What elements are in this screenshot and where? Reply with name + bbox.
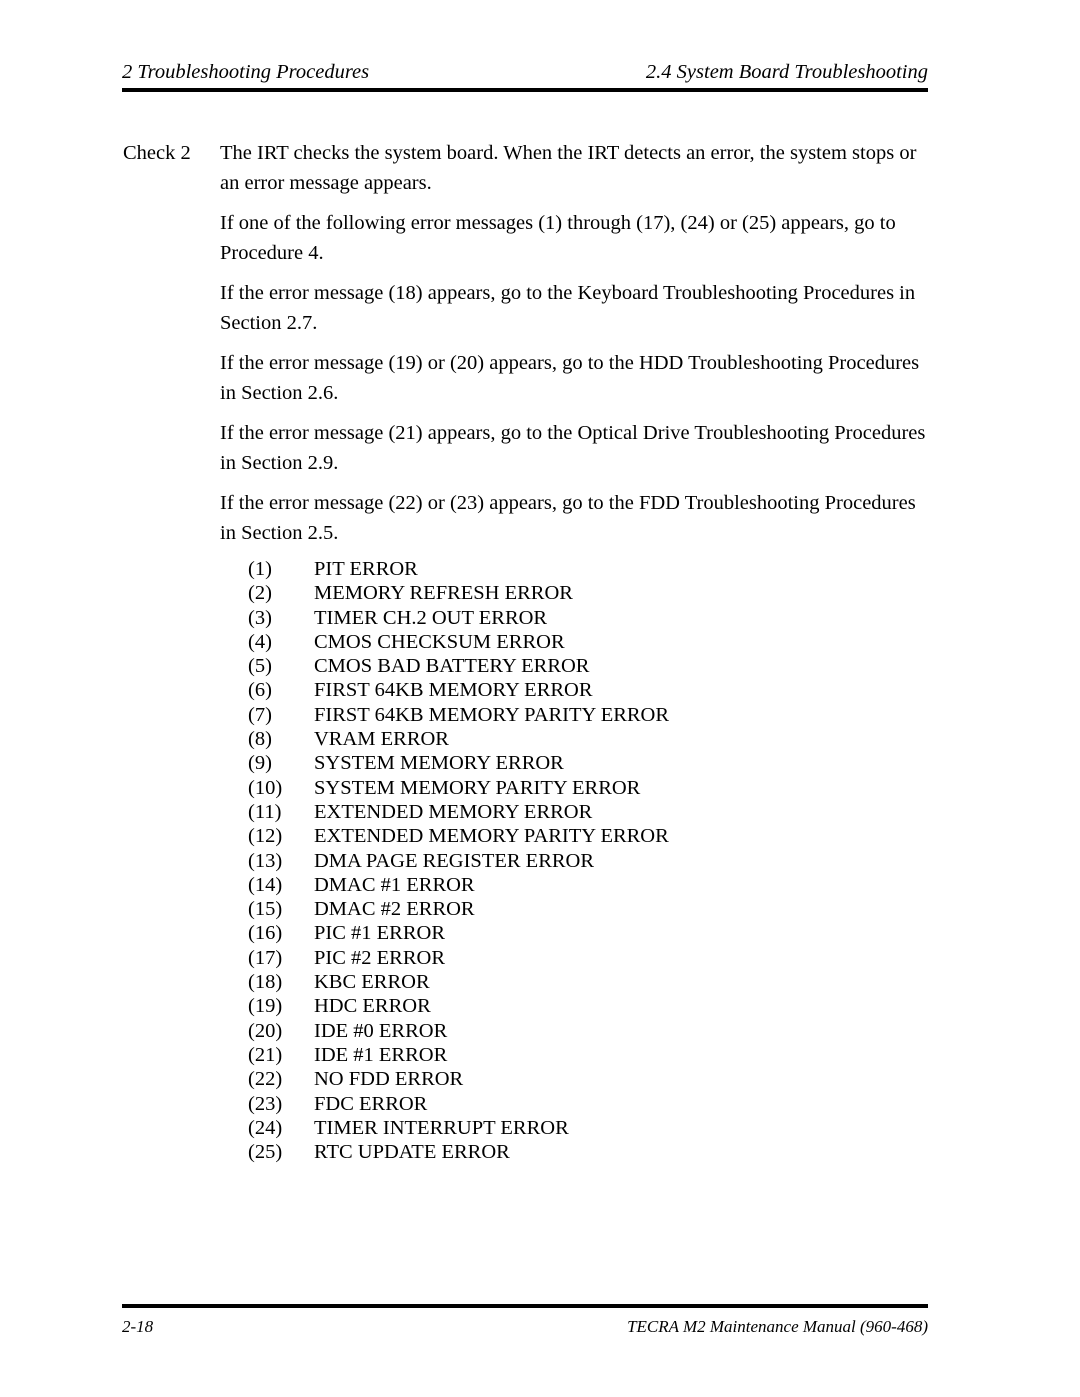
paragraph-procedure-4: If one of the following error messages (…	[220, 208, 932, 268]
error-item-number: (3)	[248, 606, 272, 629]
paragraph-fdd-troubleshooting: If the error message (22) or (23) appear…	[220, 488, 932, 548]
paragraph-text: If the error message (19) or (20) appear…	[220, 352, 920, 404]
header-chapter-title: 2 Troubleshooting Procedures	[122, 61, 370, 83]
error-item-text: EXTENDED MEMORY ERROR	[314, 800, 593, 823]
error-list-item: (7) FIRST 64KB MEMORY PARITY ERROR	[248, 703, 848, 727]
error-list-item: (5) CMOS BAD BATTERY ERROR	[248, 654, 848, 678]
error-item-text: DMAC #2 ERROR	[314, 898, 475, 921]
error-list-item: (22) NO FDD ERROR	[248, 1067, 848, 1091]
paragraph-text: If the error message (22) or (23) appear…	[220, 492, 916, 544]
error-list-item: (1) PIT ERROR	[248, 557, 848, 581]
error-item-number: (16)	[248, 922, 283, 945]
error-list-item: (18) KBC ERROR	[248, 970, 848, 994]
error-list-item: (6) FIRST 64KB MEMORY ERROR	[248, 678, 848, 702]
error-item-text: EXTENDED MEMORY PARITY ERROR	[314, 825, 669, 848]
error-message-list: (1) PIT ERROR (2) MEMORY REFRESH ERROR (3) TI…	[248, 557, 848, 1164]
error-item-text: RTC UPDATE ERROR	[314, 1141, 510, 1164]
error-item-number: (12)	[248, 825, 283, 848]
error-item-text: TIMER CH.2 OUT ERROR	[314, 606, 548, 629]
error-item-number: (22)	[248, 1068, 283, 1091]
error-item-text: FIRST 64KB MEMORY PARITY ERROR	[314, 703, 670, 726]
error-item-text: KBC ERROR	[314, 971, 430, 994]
error-item-number: (1)	[248, 558, 272, 580]
error-item-number: (20)	[248, 1019, 283, 1042]
header-section-title: 2.4 System Board Troubleshooting	[645, 61, 928, 83]
error-item-text: IDE #0 ERROR	[314, 1019, 448, 1042]
error-item-number: (15)	[248, 898, 283, 921]
error-item-number: (7)	[248, 703, 272, 726]
error-list-item: (21) IDE #1 ERROR	[248, 1043, 848, 1067]
error-item-number: (24)	[248, 1116, 283, 1139]
manual-title: TECRA M2 Maintenance Manual (960-468)	[627, 1317, 928, 1336]
error-item-number: (2)	[248, 582, 272, 605]
error-list-item: (24) TIMER INTERRUPT ERROR	[248, 1116, 848, 1140]
error-item-number: (14)	[248, 873, 283, 896]
running-header: 2 Troubleshooting Procedures 2.4 System …	[122, 58, 928, 92]
paragraph-hdd-troubleshooting: If the error message (19) or (20) appear…	[220, 348, 932, 408]
error-list-item: (16) PIC #1 ERROR	[248, 921, 848, 945]
error-item-number: (25)	[248, 1141, 283, 1164]
running-footer: 2-18 TECRA M2 Maintenance Manual (960-46…	[122, 1314, 928, 1344]
error-item-text: FDC ERROR	[314, 1092, 428, 1115]
error-item-text: SYSTEM MEMORY PARITY ERROR	[314, 776, 641, 799]
error-item-text: TIMER INTERRUPT ERROR	[314, 1116, 569, 1139]
error-item-text: MEMORY REFRESH ERROR	[314, 582, 573, 605]
error-item-number: (4)	[248, 630, 272, 653]
footer-rule	[122, 1304, 928, 1308]
error-item-text: PIC #2 ERROR	[314, 946, 445, 969]
error-item-text: FIRST 64KB MEMORY ERROR	[314, 679, 593, 702]
error-item-number: (21)	[248, 1043, 283, 1066]
error-list-item: (25) RTC UPDATE ERROR	[248, 1140, 848, 1164]
error-list-item: (13) DMA PAGE REGISTER ERROR	[248, 849, 848, 873]
error-list-item: (11) EXTENDED MEMORY ERROR	[248, 800, 848, 824]
error-list-item: (17) PIC #2 ERROR	[248, 946, 848, 970]
error-list-item: (10) SYSTEM MEMORY PARITY ERROR	[248, 776, 848, 800]
error-item-number: (18)	[248, 971, 283, 994]
document-page: 2 Troubleshooting Procedures 2.4 System …	[0, 0, 1080, 1397]
check-step-label: Check 2	[123, 142, 191, 164]
error-item-text: DMA PAGE REGISTER ERROR	[314, 849, 595, 872]
error-item-number: (10)	[248, 776, 283, 799]
paragraph-text: If the error message (18) appears, go to…	[220, 282, 916, 334]
error-list-item: (20) IDE #0 ERROR	[248, 1019, 848, 1043]
error-item-number: (17)	[248, 946, 283, 969]
error-item-number: (19)	[248, 995, 283, 1018]
error-item-text: IDE #1 ERROR	[314, 1043, 448, 1066]
paragraph-optical-drive-troubleshooting: If the error message (21) appears, go to…	[220, 418, 932, 478]
error-list-item: (8) VRAM ERROR	[248, 727, 848, 751]
error-list-item: (14) DMAC #1 ERROR	[248, 873, 848, 897]
error-list-item: (15) DMAC #2 ERROR	[248, 897, 848, 921]
error-list-item: (23) FDC ERROR	[248, 1092, 848, 1116]
error-list-item: (19) HDC ERROR	[248, 994, 848, 1018]
error-item-number: (6)	[248, 679, 272, 702]
header-rule	[122, 88, 928, 92]
paragraph-check-description: The IRT checks the system board. When th…	[220, 138, 932, 198]
paragraph-text: The IRT checks the system board. When th…	[220, 142, 917, 194]
error-item-number: (5)	[248, 655, 272, 678]
paragraph-text: If the error message (21) appears, go to…	[220, 422, 926, 474]
error-item-number: (8)	[248, 728, 272, 751]
paragraph-text: If one of the following error messages (…	[220, 212, 896, 264]
error-item-number: (13)	[248, 849, 283, 872]
error-item-number: (11)	[248, 800, 282, 823]
error-item-text: SYSTEM MEMORY ERROR	[314, 752, 564, 775]
error-list-item: (3) TIMER CH.2 OUT ERROR	[248, 606, 848, 630]
error-item-number: (9)	[248, 752, 272, 775]
error-list-item: (12) EXTENDED MEMORY PARITY ERROR	[248, 824, 848, 848]
error-item-text: DMAC #1 ERROR	[314, 873, 475, 896]
error-item-text: CMOS CHECKSUM ERROR	[314, 630, 565, 653]
page-number: 2-18	[122, 1317, 154, 1336]
error-list-item: (2) MEMORY REFRESH ERROR	[248, 581, 848, 605]
error-item-text: NO FDD ERROR	[314, 1068, 464, 1091]
error-list-item: (4) CMOS CHECKSUM ERROR	[248, 630, 848, 654]
error-item-text: VRAM ERROR	[314, 728, 449, 751]
error-item-text: PIT ERROR	[314, 558, 418, 580]
paragraph-keyboard-troubleshooting: If the error message (18) appears, go to…	[220, 278, 932, 338]
error-item-number: (23)	[248, 1092, 283, 1115]
error-list-item: (9) SYSTEM MEMORY ERROR	[248, 751, 848, 775]
error-item-text: HDC ERROR	[314, 995, 431, 1018]
error-item-text: CMOS BAD BATTERY ERROR	[314, 655, 590, 678]
error-item-text: PIC #1 ERROR	[314, 922, 445, 945]
